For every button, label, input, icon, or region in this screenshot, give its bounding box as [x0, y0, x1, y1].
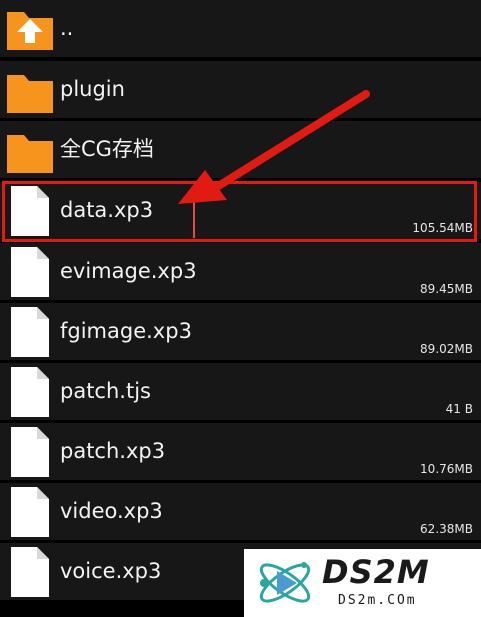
watermark: DS2M DS2m.COm: [244, 549, 481, 617]
watermark-subtitle: DS2m.COm: [338, 593, 417, 608]
atom-logo-icon: [259, 562, 311, 603]
red-arrow-icon: [178, 90, 370, 204]
watermark-title: DS2M: [322, 553, 430, 591]
